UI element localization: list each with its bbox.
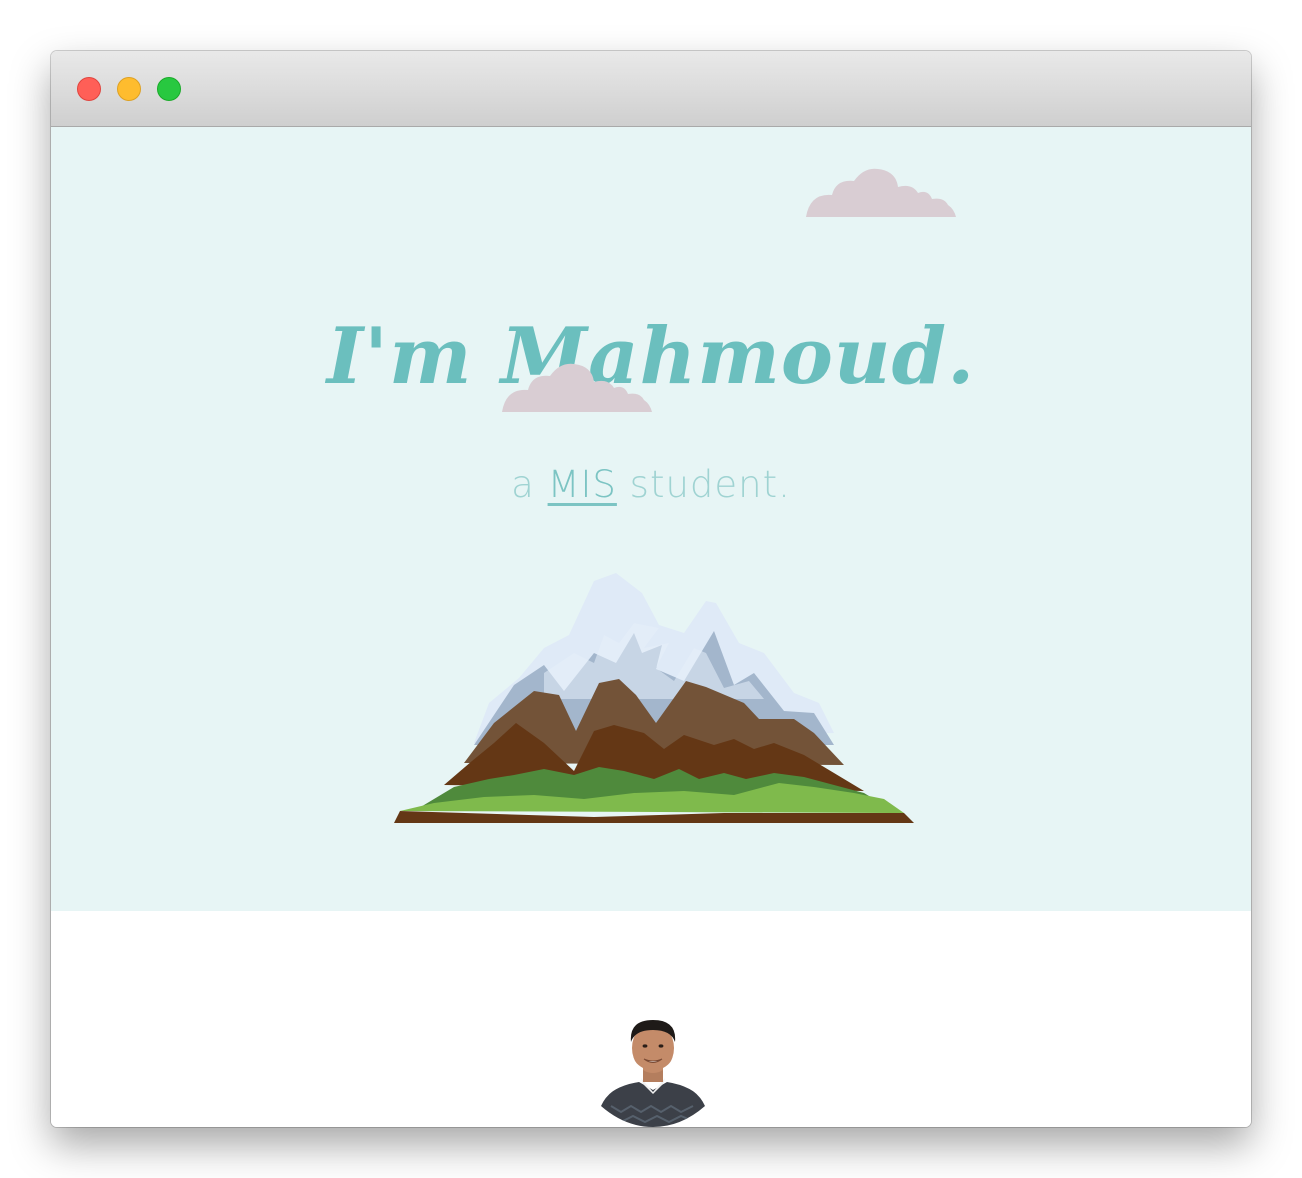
maximize-window-button[interactable] bbox=[157, 77, 181, 101]
hero-subtitle: a MIS student. bbox=[51, 460, 1251, 510]
close-window-button[interactable] bbox=[77, 77, 101, 101]
mountain-illustration bbox=[394, 573, 914, 823]
cloud-icon bbox=[502, 363, 652, 412]
mis-link[interactable]: MIS bbox=[548, 463, 617, 506]
subtitle-prefix: a bbox=[511, 463, 535, 506]
about-section bbox=[51, 911, 1251, 1127]
browser-window: I'm Mahmoud. a MIS student. bbox=[51, 51, 1251, 1127]
minimize-window-button[interactable] bbox=[117, 77, 141, 101]
cloud-icon bbox=[806, 168, 956, 217]
profile-photo bbox=[601, 1016, 705, 1127]
hero-section: I'm Mahmoud. a MIS student. bbox=[51, 127, 1251, 911]
subtitle-suffix: student. bbox=[629, 463, 791, 506]
window-titlebar bbox=[51, 51, 1251, 127]
